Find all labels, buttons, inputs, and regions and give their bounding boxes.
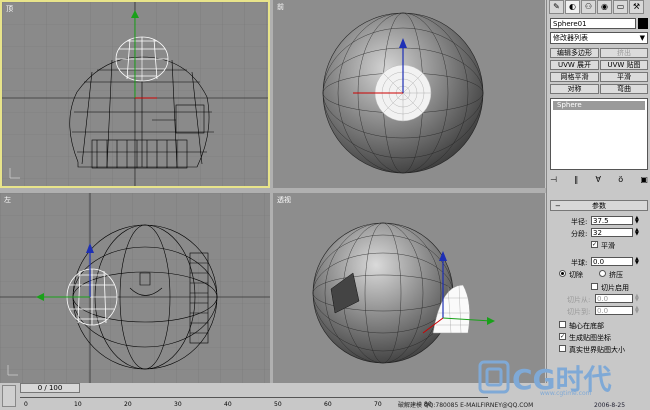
generate-mapping-checkbox[interactable]: ✓ [559, 333, 566, 340]
show-end-result-icon[interactable]: ‖ [574, 175, 578, 186]
tick-label: 20 [124, 401, 132, 408]
tick-label: 0 [24, 401, 28, 408]
smooth-label: 平滑 [601, 242, 615, 250]
viewport-separator-vertical [270, 0, 273, 383]
chop-radio[interactable] [559, 270, 566, 277]
symmetry-button[interactable]: 对称 [550, 84, 599, 94]
bend-button[interactable]: 弯曲 [600, 84, 648, 94]
configure-sets-icon[interactable]: ▣ [640, 175, 648, 186]
slice-from-label: 切片从: [567, 296, 591, 304]
tick-label: 30 [174, 401, 182, 408]
viewport-separator-horizontal [0, 188, 546, 193]
modifier-list-label: 修改器列表 [553, 34, 588, 42]
time-slider[interactable]: 0 / 100 [20, 383, 80, 393]
base-to-pivot-label: 轴心在底部 [569, 322, 604, 330]
real-world-map-checkbox[interactable] [559, 345, 566, 352]
segments-label: 分段: [571, 230, 588, 238]
utilities-tab-icon[interactable]: ⚒ [629, 0, 644, 14]
slice-from-spinner-icon[interactable]: ▲ ▼ [635, 294, 640, 303]
stack-item-sphere[interactable]: Sphere [553, 101, 645, 110]
uvw-map-button[interactable]: UVW 贴图 [600, 60, 648, 70]
segments-spinner-icon[interactable]: ▲ ▼ [635, 228, 640, 237]
smooth-button[interactable]: 平滑 [600, 72, 648, 82]
footer-credit: 破解建模 QQ:780085 E-MAILFIRNEY@QQ.COM [398, 402, 534, 409]
tick-label: 40 [224, 401, 232, 408]
squash-radio[interactable] [599, 270, 606, 277]
radius-spinner-icon[interactable]: ▲ ▼ [635, 216, 640, 225]
slice-on-label: 切片启用 [601, 284, 629, 292]
modifier-stack: Sphere [550, 98, 648, 170]
parameters-title: 参数 [592, 202, 606, 210]
tick-label: 70 [374, 401, 382, 408]
top-view-wireframe [2, 2, 268, 186]
cg-logo-icon [478, 360, 510, 394]
hemisphere-label: 半球: [571, 259, 588, 267]
brand-url: www.cgtime.com [540, 390, 592, 397]
hemisphere-input[interactable]: 0.0 [591, 257, 633, 266]
chop-label: 切除 [569, 271, 583, 279]
radius-label: 半径: [571, 218, 588, 226]
mini-listener-box[interactable] [2, 385, 16, 407]
tick-label: 10 [74, 401, 82, 408]
motion-tab-icon[interactable]: ◉ [597, 0, 612, 14]
segments-input[interactable]: 32 [591, 228, 633, 237]
chevron-down-icon: ▼ [639, 34, 645, 42]
create-tab-icon[interactable]: ✎ [549, 0, 564, 14]
brand-date: 2006-8-25 [594, 402, 626, 409]
slice-to-label: 切片到: [567, 308, 591, 316]
slice-to-input[interactable]: 0.0 [595, 306, 633, 315]
pin-stack-icon[interactable]: ⊣ [550, 175, 557, 186]
stack-toolbar: ⊣ ‖ ∀ ö ▣ [550, 175, 648, 186]
object-name-field[interactable]: Sphere01 [550, 18, 636, 29]
front-view-sphere [322, 12, 484, 174]
parameters-rollout[interactable]: − 参数 [550, 200, 648, 211]
make-unique-icon[interactable]: ∀ [596, 175, 601, 186]
tick-label: 60 [324, 401, 332, 408]
tick-label: 50 [274, 401, 282, 408]
modifier-list-dropdown[interactable]: 修改器列表 ▼ [550, 32, 648, 44]
viewport-left[interactable]: 左 [0, 193, 270, 383]
slice-to-spinner-icon[interactable]: ▲ ▼ [635, 306, 640, 315]
display-tab-icon[interactable]: ▭ [613, 0, 628, 14]
slice-from-input[interactable]: 0.0 [595, 294, 633, 303]
viewport-front[interactable]: 前 [273, 0, 545, 188]
command-panel-tabs: ✎ ◐ ⚇ ◉ ▭ ⚒ [549, 0, 649, 15]
command-panel: ✎ ◐ ⚇ ◉ ▭ ⚒ Sphere01 修改器列表 ▼ 编辑多边形 挤出 UV… [546, 0, 650, 383]
object-color-swatch[interactable] [638, 18, 648, 29]
hierarchy-tab-icon[interactable]: ⚇ [581, 0, 596, 14]
smooth-checkbox[interactable]: ✓ [591, 241, 598, 248]
generate-mapping-label: 生成贴图坐标 [569, 334, 611, 342]
radius-input[interactable]: 37.5 [591, 216, 633, 225]
modify-tab-icon[interactable]: ◐ [565, 0, 580, 14]
collapse-icon: − [555, 202, 561, 210]
slice-on-checkbox[interactable] [591, 283, 598, 290]
edit-poly-button[interactable]: 编辑多边形 [550, 48, 599, 58]
left-view-wireframe [0, 193, 270, 383]
remove-modifier-icon[interactable]: ö [618, 175, 623, 186]
hemisphere-spinner-icon[interactable]: ▲ ▼ [635, 257, 640, 266]
extrude-button[interactable]: 挤出 [600, 48, 648, 58]
base-to-pivot-checkbox[interactable] [559, 321, 566, 328]
viewport-top[interactable]: 顶 [0, 0, 270, 188]
squash-label: 挤压 [609, 271, 623, 279]
meshsmooth-button[interactable]: 网格平滑 [550, 72, 599, 82]
uvw-unwrap-button[interactable]: UVW 展开 [550, 60, 599, 70]
